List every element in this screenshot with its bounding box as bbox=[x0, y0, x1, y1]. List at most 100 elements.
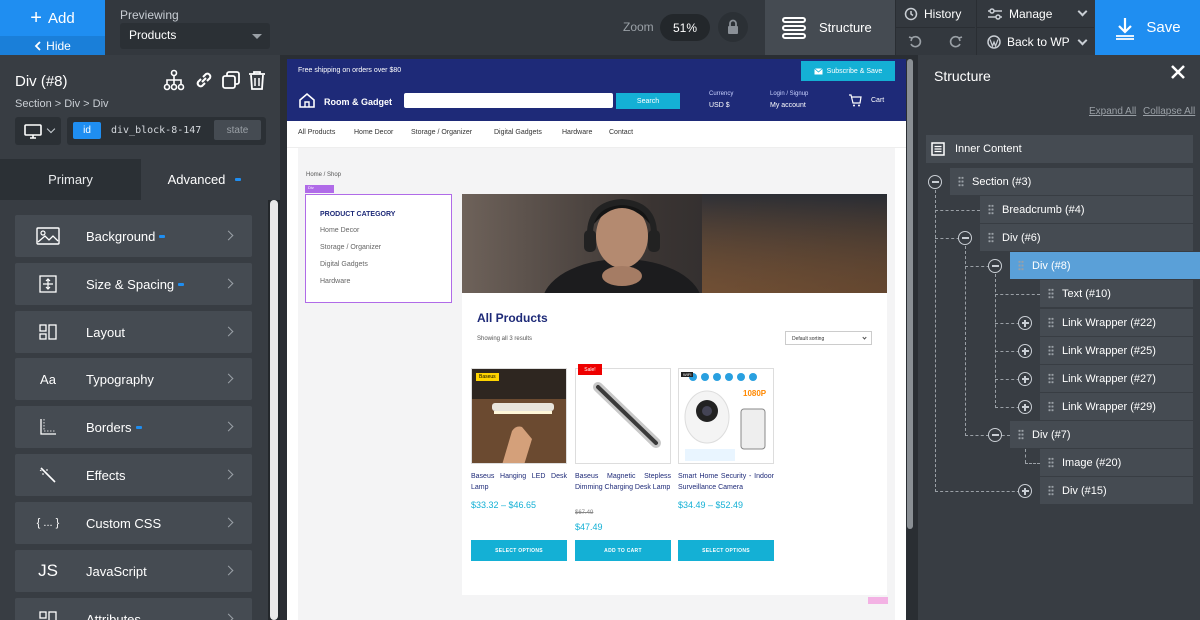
duplicate-icon[interactable] bbox=[220, 69, 242, 91]
product-action-button[interactable]: ADD TO CART bbox=[575, 540, 671, 561]
expand-icon[interactable] bbox=[1018, 372, 1032, 386]
previewing-select[interactable]: Products bbox=[120, 23, 270, 49]
product-image-lamp[interactable]: Baseus bbox=[471, 368, 567, 464]
expand-icon[interactable] bbox=[1018, 316, 1032, 330]
add-button[interactable]: + Add bbox=[0, 0, 105, 36]
drag-handle-icon[interactable] bbox=[1048, 345, 1054, 356]
drag-handle-icon[interactable] bbox=[988, 232, 994, 243]
product-name[interactable]: Smart Home Security - Indoor Surveillanc… bbox=[678, 471, 774, 493]
tree-node[interactable]: Link Wrapper (#22) bbox=[1040, 309, 1193, 336]
tree-node[interactable]: Link Wrapper (#25) bbox=[1040, 337, 1193, 364]
menu-item-typography[interactable]: Aa Typography bbox=[15, 358, 252, 400]
site-search-button[interactable]: Search bbox=[616, 93, 680, 109]
tree-node[interactable]: Image (#20) bbox=[1040, 449, 1193, 476]
state-button[interactable]: state bbox=[214, 120, 261, 140]
expand-all-link[interactable]: Expand All bbox=[1089, 106, 1136, 117]
drag-handle-icon[interactable] bbox=[988, 204, 994, 215]
menu-item-attributes[interactable]: Attributes bbox=[15, 598, 252, 620]
menu-item-background[interactable]: Background bbox=[15, 215, 252, 257]
device-select[interactable] bbox=[15, 117, 61, 145]
hide-button[interactable]: Hide bbox=[0, 36, 105, 55]
product-image-camera[interactable]: WIFI 1080P bbox=[678, 368, 774, 464]
menu-item-effects[interactable]: Effects bbox=[15, 454, 252, 496]
back-to-wp-button[interactable]: Back to WP bbox=[976, 27, 1094, 55]
site-preview[interactable]: Free shipping on orders over $80 Subscri… bbox=[287, 59, 906, 620]
tree-node[interactable]: Div (#15) bbox=[1040, 477, 1193, 504]
tree-node[interactable]: Breadcrumb (#4) bbox=[980, 196, 1193, 223]
category-link[interactable]: Home Decor bbox=[320, 227, 359, 234]
link-icon[interactable] bbox=[193, 69, 215, 91]
account-label[interactable]: My account bbox=[770, 102, 806, 109]
history-button[interactable]: History bbox=[895, 0, 975, 27]
selected-element-tag[interactable]: Div bbox=[305, 185, 334, 193]
cart-icon[interactable] bbox=[848, 94, 862, 107]
subscribe-button[interactable]: Subscribe & Save bbox=[801, 61, 895, 81]
tree-node[interactable]: Section (#3) bbox=[950, 168, 1193, 195]
product-action-button[interactable]: SELECT OPTIONS bbox=[678, 540, 774, 561]
left-scrollbar-thumb[interactable] bbox=[270, 200, 278, 620]
site-search-input[interactable] bbox=[404, 93, 613, 108]
menu-item-custom-css[interactable]: { ... } Custom CSS bbox=[15, 502, 252, 544]
drag-handle-icon[interactable] bbox=[1048, 373, 1054, 384]
undo-button[interactable] bbox=[895, 27, 935, 55]
save-button[interactable]: Save bbox=[1095, 0, 1200, 55]
canvas-scrollbar[interactable] bbox=[907, 59, 913, 529]
drag-handle-icon[interactable] bbox=[1048, 485, 1054, 496]
tree-node[interactable]: Div (#7) bbox=[1010, 421, 1193, 448]
tab-advanced[interactable]: Advanced bbox=[141, 159, 268, 200]
nav-item-all-products[interactable]: All Products bbox=[298, 129, 335, 136]
collapse-icon[interactable] bbox=[988, 428, 1002, 442]
nav-item-hardware[interactable]: Hardware bbox=[562, 129, 592, 136]
tree-node[interactable]: Link Wrapper (#29) bbox=[1040, 393, 1193, 420]
id-badge[interactable]: id bbox=[73, 122, 101, 139]
lock-button[interactable] bbox=[718, 12, 748, 42]
manage-button[interactable]: Manage bbox=[976, 0, 1094, 27]
category-link[interactable]: Storage / Organizer bbox=[320, 244, 381, 251]
nav-item-storage-organizer[interactable]: Storage / Organizer bbox=[411, 129, 472, 136]
tree-node-selected[interactable]: Div (#8) bbox=[1010, 252, 1200, 279]
drag-handle-icon[interactable] bbox=[1048, 288, 1054, 299]
expand-icon[interactable] bbox=[1018, 344, 1032, 358]
nav-item-home-decor[interactable]: Home Decor bbox=[354, 129, 393, 136]
site-logo-text[interactable]: Room & Gadget bbox=[324, 97, 392, 107]
tab-primary[interactable]: Primary bbox=[0, 159, 141, 200]
currency-value[interactable]: USD $ bbox=[709, 102, 730, 109]
login-label[interactable]: Login / Signup bbox=[770, 91, 808, 97]
structure-tree-icon[interactable] bbox=[163, 69, 185, 91]
tree-node[interactable]: Link Wrapper (#27) bbox=[1040, 365, 1193, 392]
category-link[interactable]: Digital Gadgets bbox=[320, 261, 368, 268]
drag-handle-icon[interactable] bbox=[1048, 457, 1054, 468]
menu-item-borders[interactable]: Borders bbox=[15, 406, 252, 448]
tree-node[interactable]: Text (#10) bbox=[1040, 280, 1193, 307]
expand-icon[interactable] bbox=[1018, 484, 1032, 498]
nav-item-digital-gadgets[interactable]: Digital Gadgets bbox=[494, 129, 542, 136]
close-icon[interactable] bbox=[1170, 64, 1186, 80]
tree-root-node[interactable]: Inner Content bbox=[926, 135, 1193, 163]
drag-handle-icon[interactable] bbox=[1048, 317, 1054, 328]
menu-item-layout[interactable]: Layout bbox=[15, 311, 252, 353]
product-action-button[interactable]: SELECT OPTIONS bbox=[471, 540, 567, 561]
expand-icon[interactable] bbox=[1018, 400, 1032, 414]
nav-item-contact[interactable]: Contact bbox=[609, 129, 633, 136]
sort-select[interactable]: Default sorting bbox=[785, 331, 872, 345]
collapse-all-link[interactable]: Collapse All bbox=[1143, 106, 1195, 117]
trash-icon[interactable] bbox=[246, 69, 268, 91]
category-link[interactable]: Hardware bbox=[320, 278, 350, 285]
tree-node[interactable]: Div (#6) bbox=[980, 224, 1193, 251]
drag-handle-icon[interactable] bbox=[1018, 429, 1024, 440]
menu-item-size-spacing[interactable]: Size & Spacing bbox=[15, 263, 252, 305]
product-name[interactable]: Baseus Magnetic Stepless Dimming Chargin… bbox=[575, 471, 671, 493]
cart-label[interactable]: Cart bbox=[871, 97, 884, 104]
drag-handle-icon[interactable] bbox=[1048, 401, 1054, 412]
product-image-magnetic-lamp[interactable] bbox=[575, 368, 671, 464]
collapse-icon[interactable] bbox=[988, 259, 1002, 273]
collapse-icon[interactable] bbox=[958, 231, 972, 245]
redo-button[interactable] bbox=[935, 27, 975, 55]
structure-toggle-button[interactable]: Structure bbox=[765, 0, 895, 55]
menu-item-javascript[interactable]: JS JavaScript bbox=[15, 550, 252, 592]
product-name[interactable]: Baseus Hanging LED Desk Lamp bbox=[471, 471, 567, 493]
zoom-value[interactable]: 51% bbox=[660, 14, 710, 41]
drag-handle-icon[interactable] bbox=[958, 176, 964, 187]
drag-handle-icon[interactable] bbox=[1018, 260, 1024, 271]
collapse-icon[interactable] bbox=[928, 175, 942, 189]
